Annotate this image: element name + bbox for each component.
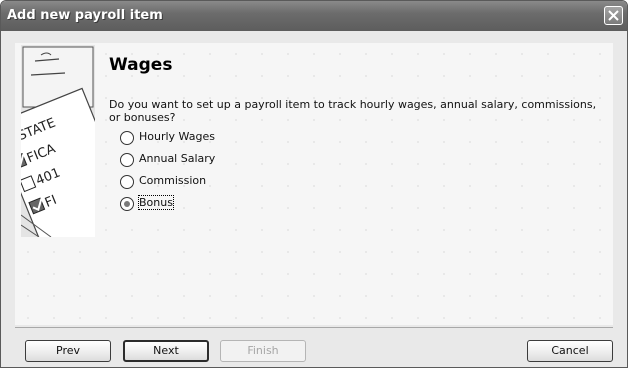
radio-hourly-wages[interactable] xyxy=(120,131,134,145)
next-button[interactable]: Next xyxy=(123,340,209,362)
option-label[interactable]: Bonus xyxy=(138,195,174,210)
cancel-button[interactable]: Cancel xyxy=(527,340,613,362)
option-label[interactable]: Annual Salary xyxy=(139,152,215,165)
title-bar[interactable]: Add new payroll item xyxy=(1,1,627,31)
radio-annual-salary[interactable] xyxy=(120,153,134,167)
dialog-window: Add new payroll item STATE FICA 401 FI W… xyxy=(0,0,628,368)
page-heading: Wages xyxy=(109,55,173,75)
finish-button[interactable]: Finish xyxy=(220,340,306,362)
wizard-content-panel xyxy=(15,43,613,325)
radio-bonus[interactable] xyxy=(120,197,134,211)
option-label[interactable]: Commission xyxy=(139,174,206,187)
radio-commission[interactable] xyxy=(120,175,134,189)
prev-button[interactable]: Prev xyxy=(25,340,111,362)
page-question: Do you want to set up a payroll item to … xyxy=(109,98,597,124)
option-label[interactable]: Hourly Wages xyxy=(139,130,215,143)
close-icon xyxy=(608,10,619,21)
dialog-title: Add new payroll item xyxy=(7,8,163,23)
close-button[interactable] xyxy=(604,6,623,25)
footer-divider xyxy=(15,327,613,328)
payroll-forms-illustration: STATE FICA 401 FI xyxy=(21,45,95,237)
